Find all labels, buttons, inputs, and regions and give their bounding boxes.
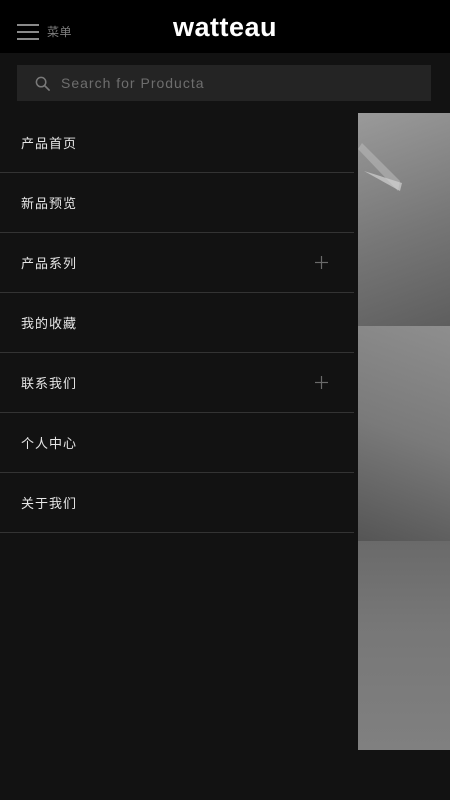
search-input[interactable]	[59, 74, 403, 92]
menu-item-personal-center[interactable]: 个人中心	[0, 413, 354, 473]
menu-item-label: 新品预览	[21, 197, 78, 212]
search-icon	[35, 76, 50, 91]
menu-item-contact-us[interactable]: 联系我们	[0, 353, 354, 413]
app: 菜单 watteau 产品首页 新品预览 产品系列	[0, 0, 450, 800]
logo[interactable]: watteau	[0, 12, 450, 43]
menu-item-product-home[interactable]: 产品首页	[0, 113, 354, 173]
menu-item-product-series[interactable]: 产品系列	[0, 233, 354, 293]
menu-item-favorites[interactable]: 我的收藏	[0, 293, 354, 353]
menu-item-about-us[interactable]: 关于我们	[0, 473, 354, 533]
menu-item-label: 个人中心	[21, 437, 78, 452]
menu-item-label: 产品首页	[21, 137, 78, 152]
product-image-2	[358, 326, 450, 541]
product-image-1	[358, 113, 450, 326]
menu-item-label: 联系我们	[21, 377, 78, 392]
menu-item-label: 产品系列	[21, 257, 78, 272]
plus-icon[interactable]	[315, 376, 328, 389]
menu-item-label: 关于我们	[21, 497, 78, 512]
bottom-strip	[354, 750, 450, 800]
product-image-3	[358, 541, 450, 750]
plus-icon[interactable]	[315, 256, 328, 269]
background-product-image	[358, 113, 450, 750]
search-bar[interactable]	[17, 65, 431, 101]
menu-item-label: 我的收藏	[21, 317, 78, 332]
menu-item-new-preview[interactable]: 新品预览	[0, 173, 354, 233]
side-menu: 产品首页 新品预览 产品系列 我的收藏 联系我们 个人中心 关于我们	[0, 113, 354, 533]
header: 菜单 watteau	[0, 0, 450, 53]
